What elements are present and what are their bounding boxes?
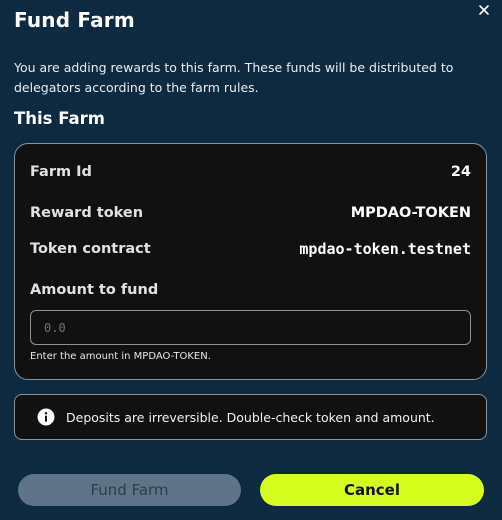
farm-id-label: Farm Id — [30, 164, 92, 180]
close-icon[interactable] — [476, 2, 492, 18]
modal-description: You are adding rewards to this farm. The… — [14, 60, 454, 95]
farm-id-row: Farm Id 24 — [30, 164, 471, 180]
fund-farm-button[interactable]: Fund Farm — [18, 474, 241, 506]
token-contract-row: Token contract mpdao-token.testnet — [30, 240, 471, 258]
farm-id-value: 24 — [450, 164, 471, 180]
modal-title: Fund Farm — [14, 8, 135, 32]
token-contract-value: mpdao-token.testnet — [299, 240, 471, 258]
section-title: This Farm — [14, 109, 105, 128]
info-icon — [37, 408, 55, 426]
irreversible-notice: Deposits are irreversible. Double-check … — [14, 394, 487, 440]
token-contract-label: Token contract — [30, 241, 151, 257]
reward-token-value: MPDAO-TOKEN — [350, 205, 471, 221]
amount-label: Amount to fund — [30, 282, 159, 298]
amount-input[interactable] — [30, 310, 471, 345]
reward-token-label: Reward token — [30, 205, 144, 221]
amount-hint: Enter the amount in MPDAO-TOKEN. — [30, 351, 211, 362]
cancel-button[interactable]: Cancel — [260, 474, 484, 506]
reward-token-row: Reward token MPDAO-TOKEN — [30, 205, 471, 221]
notice-text: Deposits are irreversible. Double-check … — [66, 409, 435, 425]
farm-details-card: Farm Id 24 Reward token MPDAO-TOKEN Toke… — [14, 143, 487, 380]
fund-farm-modal: Fund Farm You are adding rewards to this… — [0, 0, 502, 520]
